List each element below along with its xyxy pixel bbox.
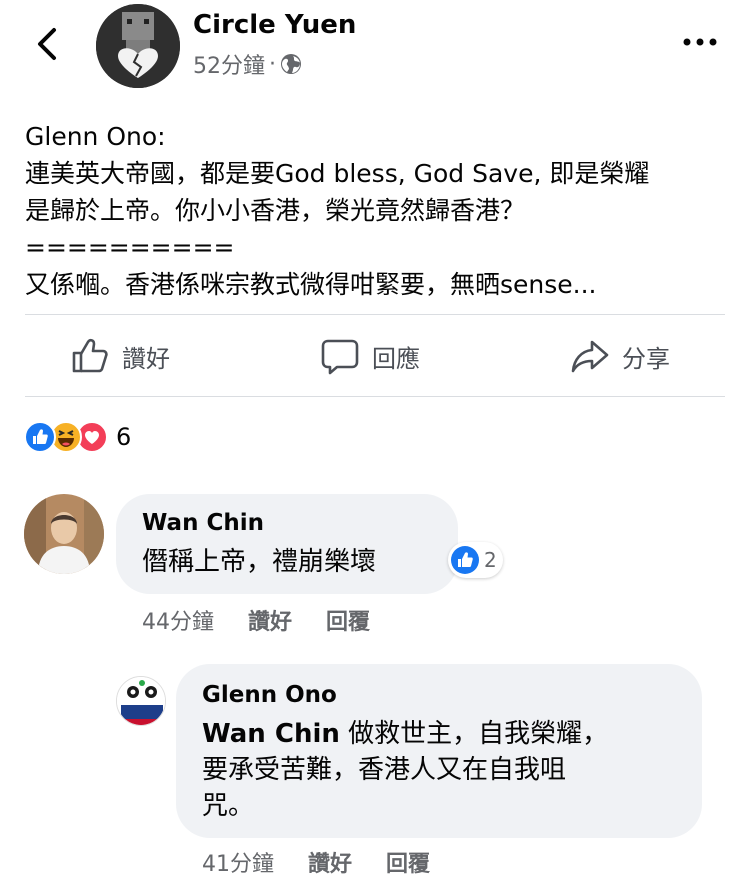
like-button[interactable]: 讚好 [70, 334, 170, 378]
comment-reaction-badge[interactable]: 2 [448, 542, 503, 578]
reply-text: 做救世主，自我榮耀， [339, 719, 609, 749]
profile-picture [24, 494, 104, 574]
post-line: 又係嗰。香港係咪宗教式微得咁緊要，無晒sense... [25, 270, 597, 299]
reply-like-link[interactable]: 讚好 [308, 846, 352, 878]
like-label: 讚好 [122, 344, 170, 373]
reply-text-line: Wan Chin 做救世主，自我榮耀， [202, 716, 608, 752]
like-reaction-icon [451, 546, 479, 574]
reply-actions: 41分鐘 讚好 回覆 [202, 846, 430, 878]
divider [25, 314, 725, 315]
reply-text-line: 咒。 [202, 791, 255, 821]
replier-avatar[interactable] [116, 676, 166, 726]
globe-icon [281, 54, 301, 74]
mention-link[interactable]: Wan Chin [202, 719, 340, 749]
reactions-summary[interactable]: 6 [24, 420, 131, 454]
profile-picture [117, 677, 165, 725]
share-label: 分享 [622, 344, 670, 373]
comment-like-link[interactable]: 讚好 [248, 604, 292, 636]
comment-text: 僭稱上帝，禮崩樂壞 [142, 547, 377, 577]
share-button[interactable]: 分享 [570, 334, 670, 378]
meta-separator: · [269, 51, 276, 77]
thumbs-up-icon [72, 338, 108, 373]
comment-button[interactable]: 回應 [320, 334, 420, 378]
commenter-name[interactable]: Wan Chin [142, 510, 264, 536]
more-horizontal-icon [683, 38, 717, 46]
profile-picture [96, 4, 180, 88]
author-name[interactable]: Circle Yuen [193, 10, 356, 40]
author-avatar[interactable] [96, 4, 180, 88]
post-meta: 52分鐘 · [193, 48, 302, 80]
post-line: 是歸於上帝。你小小香港，榮光竟然歸香港？ [25, 196, 526, 225]
back-button[interactable] [30, 24, 66, 64]
divider [25, 396, 725, 397]
comment-time[interactable]: 44分鐘 [142, 604, 214, 636]
comment-reply-link[interactable]: 回覆 [326, 604, 370, 636]
reply-reply-link[interactable]: 回覆 [386, 846, 430, 878]
more-options-button[interactable] [680, 30, 720, 54]
comment-bubble-icon [321, 339, 359, 375]
like-reaction-icon [24, 421, 56, 453]
post-time[interactable]: 52分鐘 [193, 48, 265, 80]
comment-label: 回應 [372, 344, 420, 373]
reply-text-line: 要承受苦難，香港人又在自我咀 [202, 755, 567, 785]
post-text: Glenn Ono: 連美英大帝國，都是要God bless, God Save… [25, 118, 725, 303]
post-line: ========== [25, 233, 235, 262]
reply-time[interactable]: 41分鐘 [202, 846, 274, 878]
chevron-left-icon [38, 28, 56, 60]
replier-name[interactable]: Glenn Ono [202, 682, 337, 708]
post-line: 連美英大帝國，都是要God bless, God Save, 即是榮耀 [25, 159, 650, 188]
share-arrow-icon [571, 340, 609, 373]
comment-actions: 44分鐘 讚好 回覆 [142, 604, 370, 636]
post-line: Glenn Ono: [25, 122, 166, 151]
commenter-avatar[interactable] [24, 494, 104, 574]
comment-like-count: 2 [484, 548, 497, 572]
reaction-count: 6 [116, 423, 132, 451]
